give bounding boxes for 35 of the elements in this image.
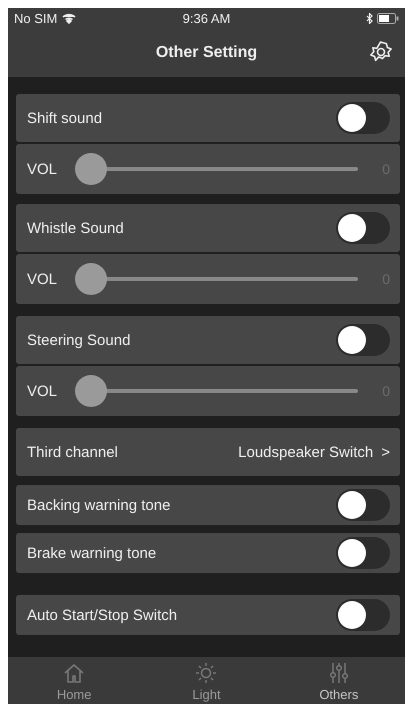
page-title: Other Setting [156, 44, 258, 62]
volume-slider[interactable] [75, 263, 358, 295]
tab-item[interactable]: Others [272, 657, 405, 704]
chevron-icon: > [381, 444, 390, 460]
carrier-text: No SIM [14, 10, 58, 26]
status-time: 9:36 AM [182, 10, 232, 26]
toggle-switch[interactable] [336, 599, 390, 631]
volume-label: VOL [27, 160, 58, 178]
battery-icon [377, 12, 399, 24]
volume-label: VOL [27, 382, 58, 400]
slider-thumb[interactable] [75, 263, 108, 295]
volume-slider[interactable] [75, 375, 358, 407]
toggle-switch[interactable] [336, 537, 390, 569]
setting-label: Brake warning tone [27, 544, 156, 562]
bluetooth-icon [366, 12, 373, 24]
setting-label: Whistle Sound [27, 220, 124, 236]
tab-item[interactable]: Home [8, 657, 140, 704]
wifi-icon [62, 12, 76, 24]
setting-label: Steering Sound [27, 332, 130, 348]
toggle-switch[interactable] [336, 324, 390, 356]
setting-label: Auto Start/Stop Switch [27, 606, 178, 624]
toggle-switch[interactable] [336, 102, 390, 134]
toggle-switch[interactable] [336, 489, 390, 521]
slider-thumb[interactable] [75, 375, 108, 407]
channel-selector[interactable]: Loudspeaker Switch > [238, 444, 390, 460]
settings-icon [369, 40, 393, 64]
slider-thumb[interactable] [75, 153, 108, 185]
setting-label: Backing warning tone [27, 496, 170, 514]
volume-label: VOL [27, 270, 58, 288]
volume-slider[interactable] [75, 153, 358, 185]
setting-label: Shift sound [27, 110, 102, 126]
tab-item[interactable]: Light [140, 657, 273, 704]
toggle-switch[interactable] [336, 212, 390, 244]
setting-label: Third channel [27, 444, 118, 460]
settings-button[interactable] [369, 40, 393, 64]
